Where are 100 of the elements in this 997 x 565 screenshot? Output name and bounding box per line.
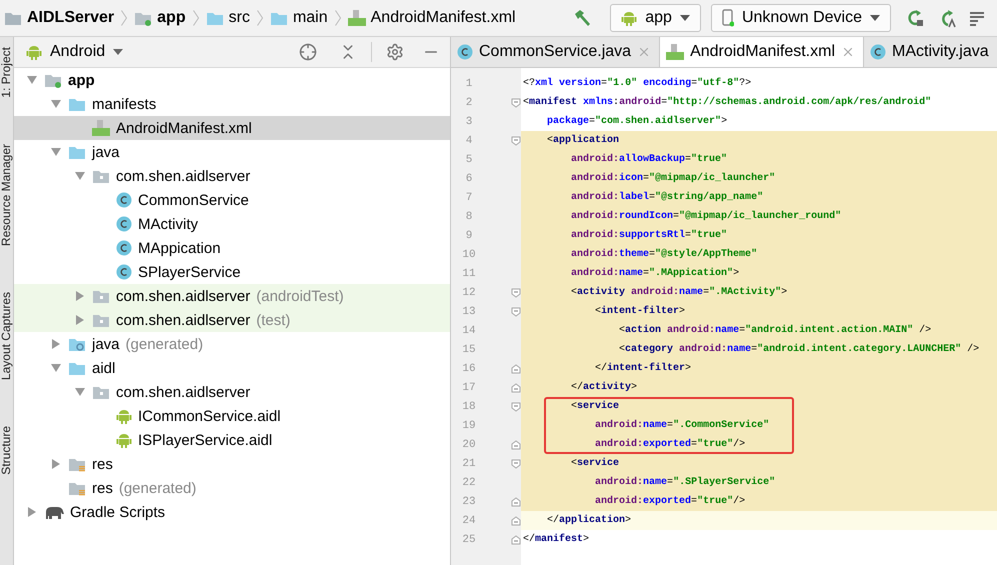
expanded-arrow-icon[interactable] [26,74,38,86]
tree-item-label: java [92,336,120,352]
folder-icon [68,456,86,472]
tool-window-tab[interactable]: Structure [0,426,13,475]
tree-item[interactable]: Gradle Scripts [14,500,450,524]
manifest-file-icon [92,120,110,136]
folder-icon [68,480,86,496]
tree-item[interactable]: com.shen.aidlserver [14,164,450,188]
code-line: <service [570,458,620,469]
folder-icon [44,72,62,88]
device-dropdown[interactable]: Unknown Device [710,4,891,32]
tree-item[interactable]: java (generated) [14,332,450,356]
tree-item-label: ICommonService.aidl [138,408,281,424]
tree-item[interactable]: com.shen.aidlserver (androidTest) [14,284,450,308]
tree-item[interactable]: com.shen.aidlserver (test) [14,308,450,332]
code-line: </manifest> [522,534,590,545]
line-number: 4 [464,134,474,146]
tree-item[interactable]: java [14,140,450,164]
collapsed-arrow-icon[interactable] [50,338,62,350]
tool-window-tab[interactable]: Layout Captures [0,292,13,380]
tool-window-tab[interactable]: 1: Project [0,47,13,98]
breadcrumb-separator-icon [334,10,341,26]
tree-item[interactable]: aidl [14,356,450,380]
caret-icon [870,15,880,21]
view-selector[interactable]: Android [26,43,124,61]
fold-marker-icon[interactable] [511,402,521,412]
fold-marker-icon[interactable] [511,516,521,526]
hammer-icon[interactable] [572,8,592,28]
fold-marker-icon[interactable] [511,364,521,374]
line-number: 6 [464,172,474,184]
folder-icon [68,336,86,352]
fold-marker-icon[interactable] [511,136,521,146]
line-number: 12 [461,286,477,298]
expanded-arrow-icon[interactable] [50,98,62,110]
tree-item[interactable]: res [14,452,450,476]
line-number: 15 [461,344,477,356]
list-icon[interactable] [969,9,987,27]
fold-marker-icon[interactable] [511,288,521,298]
tree-item[interactable]: app [14,68,450,92]
line-number: 13 [461,306,477,318]
breadcrumb-item[interactable]: src [206,9,250,27]
expanded-arrow-icon[interactable] [50,362,62,374]
breadcrumb-separator-icon [192,10,199,26]
class-icon [116,264,132,280]
locate-icon[interactable] [299,43,317,61]
folder-icon [206,10,224,26]
tree-item[interactable]: SPlayerService [14,260,450,284]
tab-title: MActivity.java [892,43,989,61]
line-number: 17 [461,382,477,394]
fold-marker-icon[interactable] [511,98,521,108]
tree-item-label: com.shen.aidlserver [116,312,250,328]
code-line: android:name=".MAppication"> [570,268,740,279]
fold-marker-icon[interactable] [511,306,521,316]
tree-item-label: com.shen.aidlserver [116,384,250,400]
folder-icon [270,10,288,26]
code-line: </application> [546,515,632,526]
line-number: 2 [464,96,474,108]
line-number: 5 [464,154,474,166]
tree-item[interactable]: MActivity [14,212,450,236]
fold-marker-icon[interactable] [511,534,521,544]
fold-marker-icon[interactable] [511,440,521,450]
expanded-arrow-icon[interactable] [74,386,86,398]
expanded-arrow-icon[interactable] [50,146,62,158]
breadcrumb-item[interactable]: main [270,9,328,27]
code-line: </activity> [570,382,638,393]
line-number: 19 [461,420,477,432]
folder-icon [92,168,110,184]
breadcrumb-item[interactable]: AndroidManifest.xml [348,9,516,27]
collapsed-arrow-icon[interactable] [26,506,38,518]
breadcrumb-item[interactable]: AIDLServer [0,9,114,27]
tree-item[interactable]: ICommonService.aidl [14,404,450,428]
collapsed-arrow-icon[interactable] [74,314,86,326]
tree-item[interactable]: res (generated) [14,476,450,500]
run-configuration-dropdown[interactable]: app [610,4,701,32]
tree-item[interactable]: AndroidManifest.xml [14,116,450,140]
tool-window-tab[interactable]: Resource Manager [0,144,13,246]
tree-item[interactable]: com.shen.aidlserver [14,380,450,404]
code-line: android:label="@string/app_name" [570,192,764,203]
line-number: 14 [461,324,477,336]
fold-marker-icon[interactable] [511,496,521,506]
editor-tab[interactable]: AndroidManifest.xml [660,37,864,67]
collapsed-arrow-icon[interactable] [74,290,86,302]
breadcrumb-item[interactable]: app [134,9,186,27]
line-number: 24 [461,514,477,526]
tree-item[interactable]: CommonService [14,188,450,212]
tree-item-label: res [92,456,113,472]
code-line: <manifest xmlns:android="http://schemas.android.com/apk/res/android" [522,97,932,108]
caret-icon [680,15,690,21]
settings-icon[interactable] [386,43,404,61]
code-line: android:icon="@mipmap/ic_launcher" [570,173,776,184]
code-line: android:supportsRtl="true" [570,230,728,241]
tree-item[interactable]: MAppication [14,236,450,260]
tree-item[interactable]: manifests [14,92,450,116]
class-icon [870,44,886,60]
collapsed-arrow-icon[interactable] [50,458,62,470]
fold-marker-icon[interactable] [511,458,521,468]
line-number: 8 [464,210,474,222]
fold-marker-icon[interactable] [511,382,521,392]
tree-item[interactable]: ISPlayerService.aidl [14,428,450,452]
expanded-arrow-icon[interactable] [74,170,86,182]
